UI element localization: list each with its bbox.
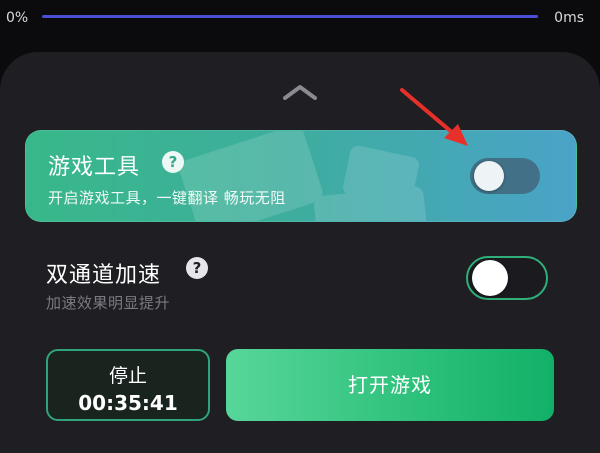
stop-button[interactable]: 停止 00:35:41	[46, 349, 210, 421]
bottom-sheet: 游戏工具 ? 开启游戏工具，一键翻译 畅玩无阻 双通道加速 ? 加速效果明显提升…	[0, 52, 600, 453]
toggle-knob	[472, 260, 508, 296]
question-circle-icon[interactable]: ?	[186, 257, 208, 279]
screen: 0% 0ms 游戏工具 ? 开启游戏工具，一键翻译 畅玩无阻 双通道加速 ? 加…	[0, 0, 600, 453]
latency-track	[42, 15, 538, 18]
progress-percent: 0%	[6, 10, 29, 26]
latency-ms: 0ms	[554, 10, 584, 26]
session-timer: 00:35:41	[78, 391, 178, 415]
stop-button-label: 停止	[108, 365, 147, 387]
question-circle-icon[interactable]: ?	[162, 151, 184, 173]
open-game-button[interactable]: 打开游戏	[226, 349, 554, 421]
game-tool-card: 游戏工具 ? 开启游戏工具，一键翻译 畅玩无阻	[25, 130, 577, 222]
latency-bar: 0% 0ms	[0, 0, 600, 44]
dual-channel-title: 双通道加速	[46, 263, 162, 288]
game-tool-title: 游戏工具	[48, 155, 141, 180]
annotation-arrow-icon	[400, 88, 468, 146]
toggle-knob	[474, 161, 504, 191]
chevron-up-icon[interactable]	[282, 84, 318, 100]
game-tool-subtitle: 开启游戏工具，一键翻译 畅玩无阻	[48, 189, 286, 207]
game-tool-toggle[interactable]	[470, 158, 540, 194]
dual-channel-toggle[interactable]	[466, 256, 548, 300]
dual-channel-subtitle: 加速效果明显提升	[46, 294, 171, 312]
